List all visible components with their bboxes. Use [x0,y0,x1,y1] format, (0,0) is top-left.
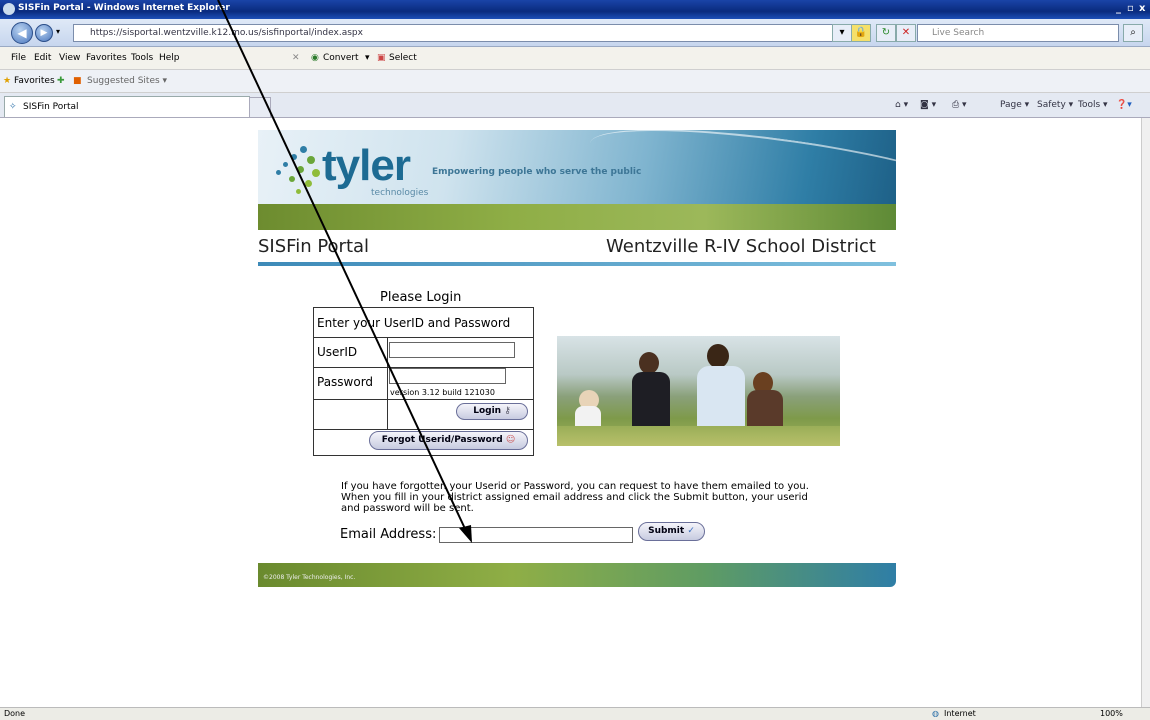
zone-text: Internet [944,709,976,718]
globe-icon: ◍ [932,709,939,718]
status-bar: Done ◍ Internet 100% [0,707,1150,720]
status-text: Done [4,709,26,718]
annotation-arrow [217,0,472,543]
zoom-level[interactable]: 100% [1100,709,1123,718]
